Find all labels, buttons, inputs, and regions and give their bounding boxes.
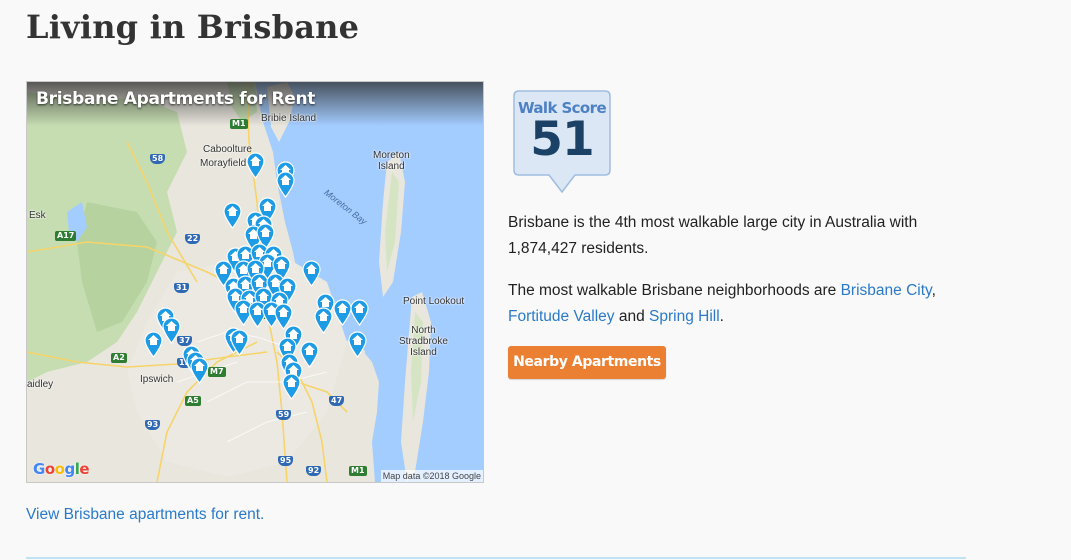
highway-shield-a5: A5 <box>185 396 201 406</box>
neighborhoods-comma: , <box>931 282 936 299</box>
logo-letter: o <box>54 460 65 478</box>
highway-shield-31: 31 <box>174 283 190 293</box>
apartments-map[interactable]: Brisbane Apartments for Rent Bribie Isla… <box>26 81 484 483</box>
place-label-north-stradbroke-island: North Stradbroke Island <box>399 325 448 358</box>
neighborhoods-intro: The most walkable Brisbane neighborhoods… <box>508 282 841 299</box>
neighborhood-link-brisbane-city[interactable]: Brisbane City <box>841 282 932 299</box>
place-label-morayfield: Morayfield <box>200 158 247 169</box>
highway-shield-m1: M1 <box>230 119 248 129</box>
house-pin-icon[interactable] <box>161 317 181 344</box>
place-label-moreton-island: Moreton Island <box>373 150 410 172</box>
place-label-aidley: aidley <box>27 379 54 390</box>
highway-shield-95: 95 <box>278 456 294 466</box>
highway-shield-m1-south: M1 <box>349 466 367 476</box>
neighborhood-link-spring-hill[interactable]: Spring Hill <box>649 308 720 325</box>
house-pin-icon[interactable] <box>281 373 301 400</box>
nearby-apartments-button[interactable]: Nearby Apartments <box>508 346 666 379</box>
house-pin-icon[interactable] <box>222 202 242 229</box>
place-label-bribie-island: Bribie Island <box>261 113 317 124</box>
house-pin-icon[interactable] <box>301 260 321 287</box>
map-title: Brisbane Apartments for Rent <box>36 89 316 109</box>
house-pin-icon[interactable] <box>245 152 265 179</box>
house-pin-icon[interactable] <box>189 357 209 384</box>
highway-shield-92: 92 <box>306 466 322 476</box>
highway-shield-58: 58 <box>150 154 166 164</box>
logo-letter: o <box>44 460 55 478</box>
map-attribution[interactable]: Map data ©2018 Google <box>380 470 483 482</box>
walk-score-value: 51 <box>530 112 594 167</box>
highway-shield-59: 59 <box>276 410 292 420</box>
logo-letter: g <box>64 460 75 478</box>
page-title: Living in Brisbane <box>26 8 360 46</box>
neighborhoods-period: . <box>719 308 724 325</box>
walkability-summary: Brisbane is the 4th most walkable large … <box>508 214 918 257</box>
house-pin-icon[interactable] <box>349 299 369 326</box>
place-label-point-lookout: Point Lookout <box>403 296 465 307</box>
house-pin-icon[interactable] <box>275 171 295 198</box>
highway-shield-a17: A17 <box>55 231 77 241</box>
house-pin-icon[interactable] <box>347 331 367 358</box>
highway-shield-93: 93 <box>145 420 161 430</box>
highway-shield-a2: A2 <box>111 353 127 363</box>
logo-letter: e <box>79 460 90 478</box>
google-logo: Google <box>33 460 90 478</box>
walk-score-badge[interactable]: Walk Score 51 <box>513 90 611 194</box>
logo-letter: G <box>33 460 45 478</box>
house-pin-icon[interactable] <box>229 329 249 356</box>
neighborhoods-summary: The most walkable Brisbane neighborhoods… <box>508 278 978 330</box>
highway-shield-22: 22 <box>185 234 201 244</box>
neighborhoods-and: and <box>614 308 650 325</box>
house-pin-icon[interactable] <box>313 307 333 334</box>
house-pin-icon[interactable] <box>143 331 163 358</box>
neighborhood-link-fortitude-valley[interactable]: Fortitude Valley <box>508 308 615 325</box>
place-label-ipswich: Ipswich <box>140 374 174 385</box>
place-label-esk: Esk <box>29 210 46 221</box>
view-apartments-link[interactable]: View Brisbane apartments for rent. <box>26 506 264 524</box>
section-divider <box>26 557 966 559</box>
highway-shield-47: 47 <box>329 396 345 406</box>
highway-shield-m7: M7 <box>208 367 226 377</box>
